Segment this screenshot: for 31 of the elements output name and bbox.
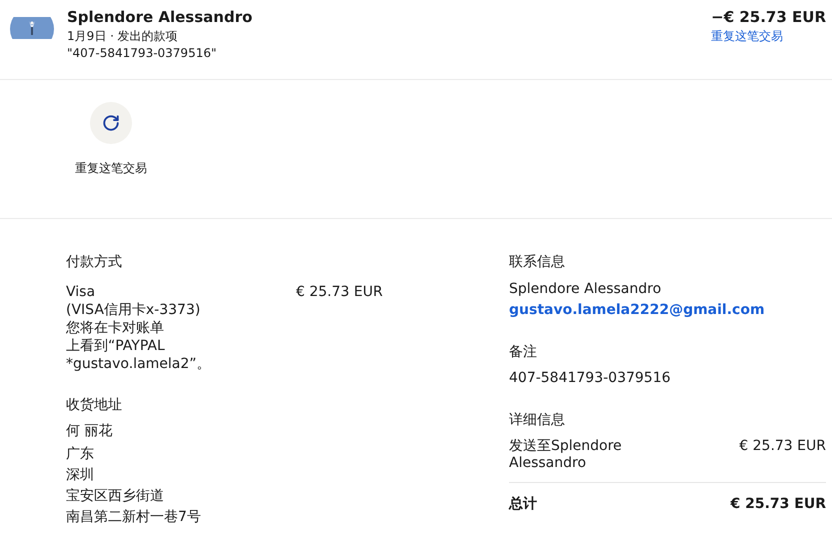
payment-amount: € 25.73 EUR (296, 283, 383, 302)
detail-amount: € 25.73 EUR (739, 438, 826, 456)
detail-label: 发送至Splendore Alessandro (509, 438, 623, 472)
email-link[interactable]: gustavo.lamela2222@gmail.com (509, 299, 826, 322)
section-title: 详细信息 (509, 411, 566, 430)
repeat-label: 重复这笔交易 (74, 160, 148, 177)
total-amount: € 25.73 EUR (730, 495, 826, 513)
contact-name: Splendore Alessandro (509, 280, 662, 299)
payment-method-text: *gustavo.lamela2”。 (66, 355, 212, 373)
recipient-name: 何 丽花 (66, 422, 114, 441)
payment-method-text: Visa (66, 283, 96, 301)
amount-text: −€ 25.73 EUR (711, 7, 826, 28)
address-line: 深圳 (66, 466, 95, 485)
payee-name: Splendore Alessandro (67, 7, 254, 28)
reference-text: "407-5841793-0379516" (67, 45, 218, 62)
address-line: 宝安区西乡街道 (66, 487, 165, 506)
section-title: 收货地址 (66, 396, 123, 415)
repeat-button[interactable] (90, 102, 132, 144)
address-line: 南昌第二新村一巷7号 (66, 508, 202, 527)
refresh-icon (102, 114, 120, 132)
total-label: 总计 (509, 495, 537, 513)
payment-method-text: (VISA信用卡x-3373) (66, 301, 202, 319)
payment-method-text: 您将在卡对账单 (66, 319, 165, 337)
address-line: 广东 (66, 445, 95, 464)
section-title: 备注 (509, 343, 538, 362)
repeat-transaction-link[interactable]: 重复这笔交易 (711, 28, 784, 45)
note-text: 407-5841793-0379516 (509, 369, 672, 388)
section-title: 付款方式 (66, 253, 123, 272)
section-title: 联系信息 (509, 253, 566, 272)
payment-method-text: 上看到“PAYPAL (66, 337, 166, 355)
transaction-date-type: 1月9日 · 发出的款项 (67, 28, 179, 45)
